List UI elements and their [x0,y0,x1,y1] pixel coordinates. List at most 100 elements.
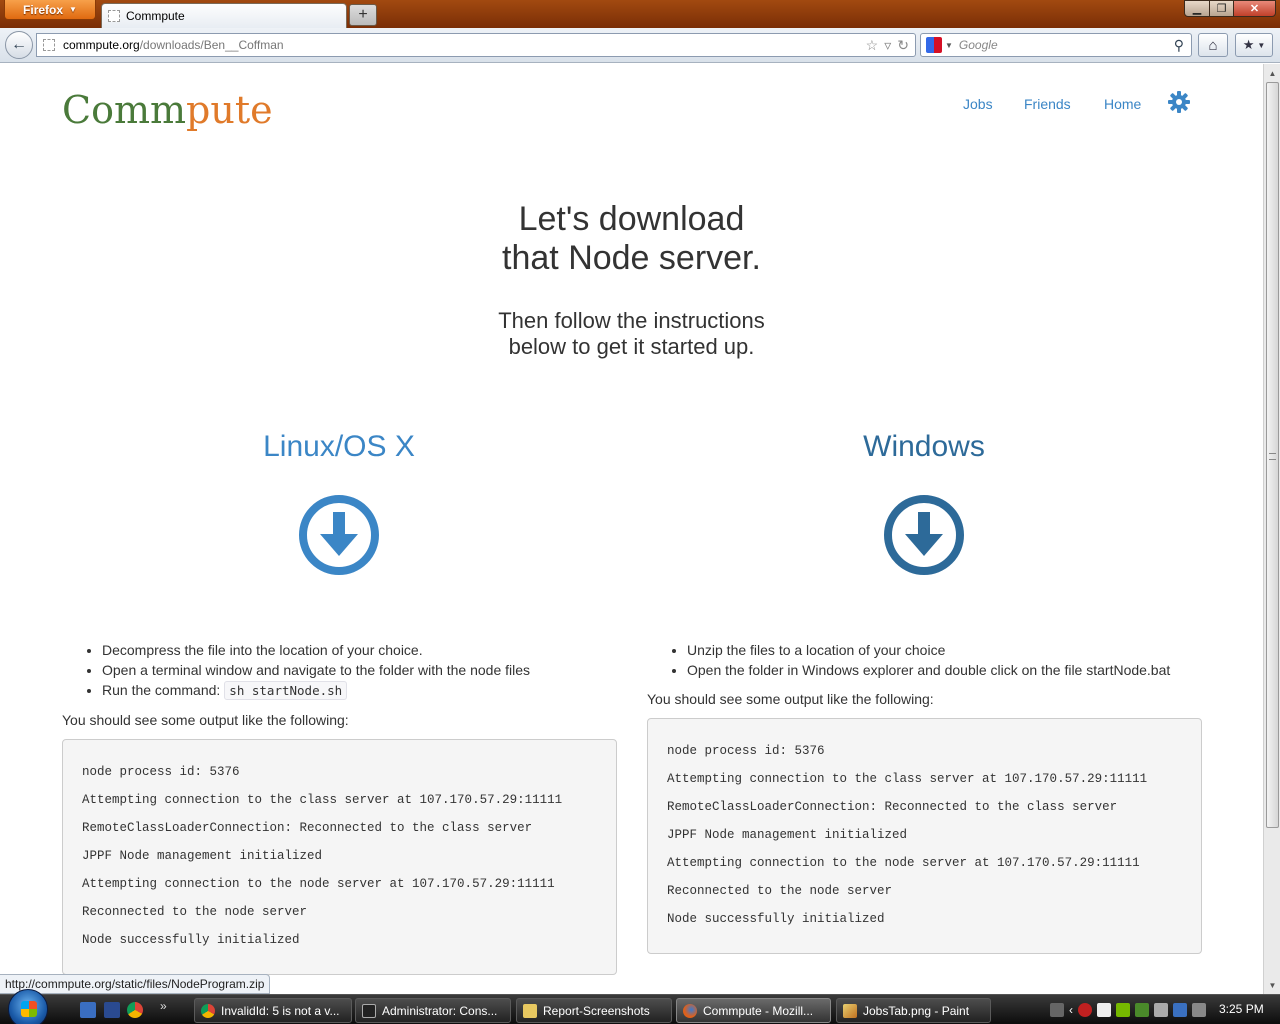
security-alert-icon[interactable] [1078,1003,1092,1017]
site-logo[interactable]: Commpute [62,88,273,132]
vertical-scrollbar[interactable]: ▲ ▼ [1263,64,1280,994]
bookmarks-icon: ★ [1242,37,1255,52]
linux-output-note: You should see some output like the foll… [62,712,349,728]
close-button[interactable]: ✕ [1233,0,1276,17]
reload-icon[interactable]: ↻ [897,37,909,54]
list-item: Run the command:sh startNode.sh [102,680,530,701]
output-line: Reconnected to the node server [667,884,893,898]
nav-link-home[interactable]: Home [1104,96,1141,112]
new-tab-button[interactable]: + [349,4,377,26]
linux-download-icon[interactable] [298,494,380,576]
address-bar[interactable]: commpute.org/downloads/Ben__Coffman ☆ ▿ … [36,33,916,57]
google-engine-icon[interactable] [926,37,942,53]
console-icon [362,1003,376,1018]
list-item: Open a terminal window and navigate to t… [102,660,530,680]
list-item: Decompress the file into the location of… [102,640,530,660]
list-item: Unzip the files to a location of your ch… [687,640,1170,660]
taskbar-item-label: Commpute - Mozill... [703,1003,814,1018]
hero-title-line-1: Let's download [518,200,745,238]
windows-download-title[interactable]: Windows [724,430,1124,464]
switch-windows-icon[interactable] [104,1002,120,1018]
taskbar-item-console[interactable]: Administrator: Cons... [355,998,511,1023]
maximize-button[interactable]: ❐ [1209,0,1234,17]
output-line: Attempting connection to the class serve… [82,793,563,807]
search-bar[interactable]: ▼ Google ⚲ [920,33,1192,57]
show-desktop-icon[interactable] [80,1002,96,1018]
tray-app-icon[interactable] [1097,1003,1111,1017]
hero-title: Let's download that Node server. [0,200,1263,278]
brand-part-2: pute [186,88,273,132]
output-line: JPPF Node management initialized [667,828,908,842]
restore-icon: ❐ [1216,3,1227,15]
tab-title: Commpute [126,9,185,23]
firefox-icon [683,1003,697,1018]
taskbar-item-chrome[interactable]: InvalidId: 5 is not a v... [194,998,352,1023]
linux-download-title[interactable]: Linux/OS X [139,430,539,464]
home-button[interactable]: ⌂ [1198,33,1228,57]
command-code: sh startNode.sh [224,681,348,700]
windows-taskbar: » InvalidId: 5 is not a v... Administrat… [0,989,1280,1024]
bookmark-star-icon[interactable]: ☆ [866,37,879,54]
windows-download-icon[interactable] [883,494,965,576]
paint-icon [843,1003,857,1018]
keyboard-icon[interactable] [1050,1003,1064,1017]
nav-link-friends[interactable]: Friends [1024,96,1071,112]
plus-icon: + [358,6,368,23]
quick-launch-more-icon[interactable]: » [160,999,167,1013]
output-line: node process id: 5376 [667,744,825,758]
taskbar-item-firefox[interactable]: Commpute - Mozill... [676,998,831,1023]
scroll-up-icon[interactable]: ▲ [1266,66,1279,80]
taskbar-item-label: InvalidId: 5 is not a v... [221,1003,340,1018]
chevron-down-icon: ▼ [945,40,953,50]
nav-link-jobs[interactable]: Jobs [963,96,993,112]
search-placeholder: Google [958,38,998,52]
tray-app-icon[interactable] [1154,1003,1168,1017]
scroll-down-icon[interactable]: ▼ [1266,978,1279,992]
link-status-bar: http://commpute.org/static/files/NodePro… [0,974,271,994]
chrome-icon [201,1003,215,1018]
minimize-button[interactable]: ▁ [1184,0,1210,17]
brand-part-1: Comm [62,88,187,132]
firefox-menu-button[interactable]: Firefox ▼ [4,0,96,20]
tab-commpute[interactable]: Commpute [101,3,347,28]
page-viewport: Commpute Jobs Friends Home Let's downloa… [0,64,1263,994]
chrome-icon[interactable] [127,1002,143,1018]
taskbar-item-paint[interactable]: JobsTab.png - Paint [836,998,991,1023]
bookmarks-button[interactable]: ★ ▼ [1235,33,1273,57]
hero-subtitle-line-2: below to get it started up. [508,334,755,359]
site-identity-icon [43,39,55,51]
scrollbar-thumb[interactable] [1266,82,1279,828]
history-dropdown-icon[interactable]: ▿ [884,37,891,54]
output-line: Attempting connection to the class serve… [667,772,1148,786]
page-favicon-icon [108,10,120,22]
chevron-down-icon: ▼ [1257,40,1266,50]
tray-app-icon[interactable] [1135,1003,1149,1017]
windows-output-note: You should see some output like the foll… [647,691,934,707]
taskbar-item-label: Administrator: Cons... [382,1003,498,1018]
taskbar-clock[interactable]: 3:25 PM [1219,1002,1264,1016]
linux-steps-list: Decompress the file into the location of… [62,640,530,701]
windows-steps-list: Unzip the files to a location of your ch… [647,640,1170,680]
gear-icon[interactable] [1167,90,1191,114]
hero-title-line-2: that Node server. [502,239,761,277]
home-icon: ⌂ [1208,36,1218,54]
search-icon[interactable]: ⚲ [1174,37,1184,54]
back-arrow-icon: ← [11,36,27,53]
browser-title-bar: Firefox ▼ Commpute + ▁ ❐ ✕ [0,0,1280,28]
tray-expand-icon[interactable]: ‹ [1069,1003,1073,1017]
grip-icon [1269,453,1276,460]
url-path: /downloads/Ben__Coffman [139,38,284,52]
output-line: Attempting connection to the node server… [667,856,1140,870]
network-icon[interactable] [1173,1003,1187,1017]
start-button[interactable] [8,989,48,1024]
output-line: JPPF Node management initialized [82,849,323,863]
back-button[interactable]: ← [5,31,33,59]
chevron-down-icon: ▼ [69,5,77,14]
linux-output-block: node process id: 5376 Attempting connect… [62,739,617,975]
taskbar-item-label: JobsTab.png - Paint [863,1003,970,1018]
folder-icon [523,1003,537,1018]
navigation-toolbar: ← commpute.org/downloads/Ben__Coffman ☆ … [0,28,1280,63]
volume-icon[interactable] [1192,1003,1206,1017]
taskbar-item-folder[interactable]: Report-Screenshots [516,998,672,1023]
nvidia-icon[interactable] [1116,1003,1130,1017]
